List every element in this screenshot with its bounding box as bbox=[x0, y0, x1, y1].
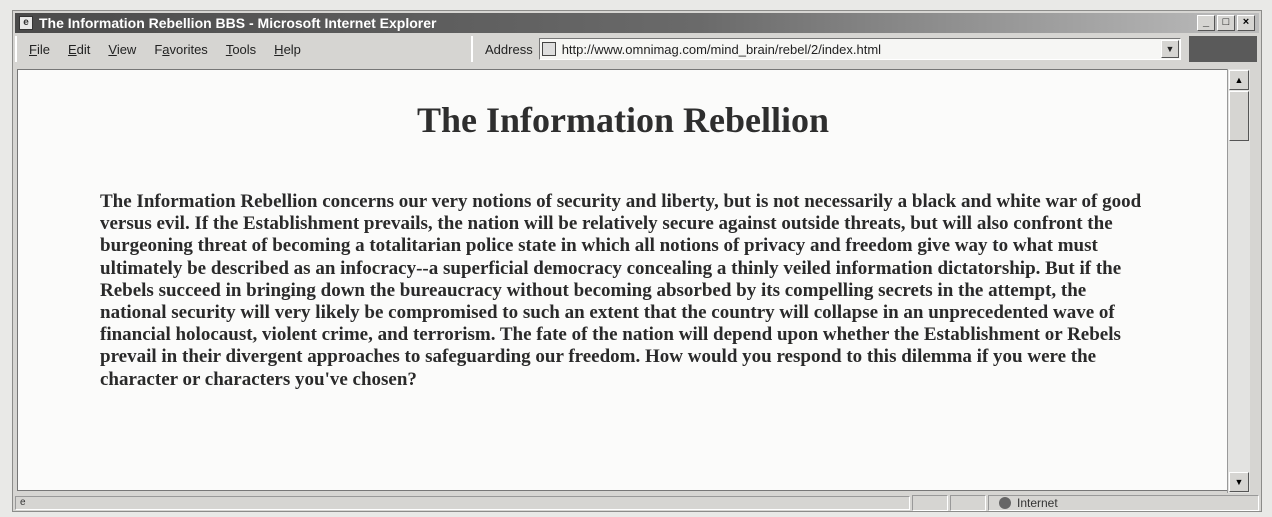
menu-bar: File Edit View Favorites Tools Help bbox=[15, 36, 463, 62]
page-icon bbox=[541, 42, 556, 56]
browser-window: e The Information Rebellion BBS - Micros… bbox=[12, 10, 1262, 512]
menu-help[interactable]: Help bbox=[274, 42, 301, 57]
status-panel bbox=[950, 495, 986, 511]
maximize-button[interactable]: □ bbox=[1217, 15, 1235, 31]
window-controls: _ □ × bbox=[1197, 15, 1255, 31]
security-zone: Internet bbox=[988, 495, 1259, 511]
close-button[interactable]: × bbox=[1237, 15, 1255, 31]
minimize-button[interactable]: _ bbox=[1197, 15, 1215, 31]
menu-favorites[interactable]: Favorites bbox=[154, 42, 207, 57]
title-bar[interactable]: e The Information Rebellion BBS - Micros… bbox=[15, 13, 1259, 33]
globe-icon bbox=[999, 497, 1011, 509]
body-paragraph: The Information Rebellion concerns our v… bbox=[100, 191, 1142, 390]
menu-view[interactable]: View bbox=[108, 42, 136, 57]
address-dropdown-button[interactable]: ▼ bbox=[1161, 40, 1179, 58]
window-title: The Information Rebellion BBS - Microsof… bbox=[39, 15, 437, 31]
menu-file[interactable]: File bbox=[29, 42, 50, 57]
scroll-down-button[interactable]: ▼ bbox=[1229, 472, 1249, 492]
vertical-scrollbar[interactable]: ▲ ▼ bbox=[1227, 69, 1250, 493]
status-panel bbox=[912, 495, 948, 511]
address-input[interactable]: http://www.omnimag.com/mind_brain/rebel/… bbox=[538, 38, 1181, 60]
scroll-thumb[interactable] bbox=[1229, 91, 1249, 141]
status-bar: e Internet bbox=[15, 495, 1259, 511]
status-text: e bbox=[15, 496, 910, 510]
menu-tools[interactable]: Tools bbox=[226, 42, 256, 57]
zone-label: Internet bbox=[1017, 496, 1058, 510]
throbber-logo bbox=[1189, 36, 1257, 62]
ie-logo-icon[interactable]: e bbox=[19, 16, 33, 30]
address-bar: Address http://www.omnimag.com/mind_brai… bbox=[471, 36, 1181, 62]
menu-edit[interactable]: Edit bbox=[68, 42, 90, 57]
page-heading: The Information Rebellion bbox=[416, 100, 829, 140]
address-url: http://www.omnimag.com/mind_brain/rebel/… bbox=[561, 41, 882, 57]
address-label: Address bbox=[485, 41, 533, 57]
scroll-up-button[interactable]: ▲ bbox=[1229, 70, 1249, 90]
page-content: The Information Rebellion The Informatio… bbox=[17, 69, 1228, 491]
